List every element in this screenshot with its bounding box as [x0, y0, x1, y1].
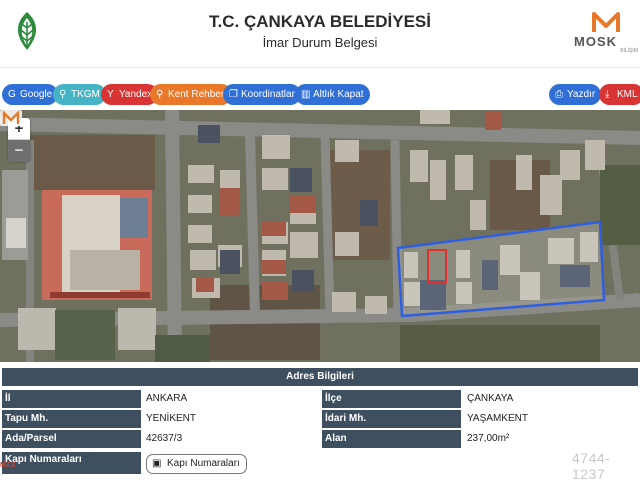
- kapi-label: Kapı Numaraları: [2, 452, 141, 474]
- mosk-logo: MOSK BİLİŞİM: [574, 12, 638, 54]
- ilce-value: ÇANKAYA: [467, 393, 514, 404]
- ada-parsel-label: Ada/Parsel: [2, 430, 141, 448]
- mosk-text: MOSK: [574, 34, 617, 49]
- idari-value: YAŞAMKENT: [467, 413, 528, 424]
- kent-rehberi-button[interactable]: ⚲ Kent Rehberi: [150, 84, 233, 105]
- building-icon: ▣: [152, 458, 162, 469]
- tapu-label: Tapu Mh.: [2, 410, 141, 428]
- section-title: Adres Bilgileri: [2, 368, 638, 386]
- yazdir-label: Yazdır: [567, 89, 596, 100]
- satellite-map: [0, 110, 640, 362]
- tkgm-label: TKGM: [71, 89, 100, 100]
- map-view[interactable]: + −: [0, 110, 640, 362]
- kml-button[interactable]: ⤓ KML: [599, 84, 640, 105]
- ada-parsel-value: 42637/3: [146, 433, 183, 444]
- page-subtitle: İmar Durum Belgesi: [262, 35, 378, 50]
- il-label: İl: [2, 390, 141, 408]
- yandex-icon: Y: [107, 89, 114, 100]
- watermark: 4744-1237: [572, 450, 611, 480]
- page-title: T.C. ÇANKAYA BELEDİYESİ: [209, 12, 431, 31]
- tapu-value: YENİKENT: [146, 413, 197, 424]
- vacant-lot: [30, 135, 155, 190]
- google-label: Google: [20, 89, 53, 100]
- page-header: T.C. ÇANKAYA BELEDİYESİ İmar Durum Belge…: [0, 0, 640, 68]
- kapi-button-label: Kapı Numaraları: [167, 458, 240, 469]
- kent-rehberi-label: Kent Rehberi: [168, 89, 227, 100]
- kapi-numaralari-button[interactable]: ▣ Kapı Numaraları: [146, 454, 247, 474]
- location-pin-icon: ⚲: [156, 89, 164, 100]
- idari-label: İdari Mh.: [322, 410, 461, 428]
- mosk-subtext: BİLİŞİM: [620, 48, 638, 54]
- address-info: Adres Bilgileri İl ANKARA İlçe ÇANKAYA T…: [0, 368, 640, 480]
- google-icon: G: [8, 89, 16, 100]
- google-button[interactable]: G Google: [2, 84, 59, 105]
- mosk-map-icon: [0, 110, 22, 126]
- il-value: ANKARA: [146, 393, 188, 404]
- location-pin-icon: ⚲: [59, 89, 67, 100]
- altlik-kapat-button[interactable]: ▥ Altlık Kapat: [295, 84, 370, 105]
- yandex-label: Yandex: [119, 89, 153, 100]
- altlik-kapat-label: Altlık Kapat: [313, 89, 364, 100]
- alan-label: Alan: [322, 430, 461, 448]
- kml-label: KML: [617, 89, 638, 100]
- zoom-out-button[interactable]: −: [8, 140, 30, 162]
- koordinatlar-label: Koordinatlar: [241, 89, 295, 100]
- map-icon: ▥: [301, 89, 311, 100]
- alan-value: 237,00m²: [467, 433, 510, 444]
- printer-icon: ⎙: [555, 89, 563, 100]
- corner-mark: MAX: [0, 462, 16, 469]
- koordinatlar-button[interactable]: ❐ Koordinatlar: [223, 84, 301, 105]
- download-icon: ⤓: [605, 89, 610, 100]
- mosk-m-icon: [592, 12, 620, 32]
- yazdir-button[interactable]: ⎙ Yazdır: [549, 84, 602, 105]
- toolbar: G Google ⚲ TKGM Y Yandex ⚲ Kent Rehberi …: [0, 84, 640, 106]
- ilce-label: İlçe: [322, 390, 461, 408]
- tkgm-button[interactable]: ⚲ TKGM: [53, 84, 106, 105]
- copy-icon: ❐: [229, 89, 238, 100]
